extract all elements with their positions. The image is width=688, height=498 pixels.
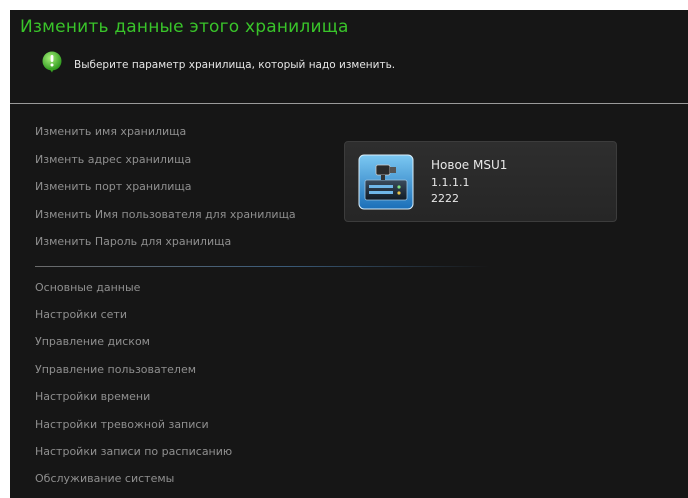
menu-item-time-settings[interactable]: Настройки времени <box>35 390 150 403</box>
menu-item-disk-management[interactable]: Управление диском <box>35 335 150 348</box>
menu-item-change-port[interactable]: Изменить порт хранилища <box>35 180 192 193</box>
hint-text: Выберите параметр хранилища, который над… <box>74 59 396 71</box>
edit-storage-panel: Изменить данные этого хранилища Выберите… <box>10 10 688 498</box>
menu-item-change-password[interactable]: Изменить Пароль для хранилища <box>35 235 231 248</box>
menu-item-schedule-recording[interactable]: Настройки записи по расписанию <box>35 445 232 458</box>
menu-item-user-management[interactable]: Управление пользователем <box>35 363 196 376</box>
menu-item-system-maintenance[interactable]: Обслуживание системы <box>35 472 174 485</box>
storage-server-icon <box>358 154 414 210</box>
menu-item-network-settings[interactable]: Настройки сети <box>35 308 127 321</box>
device-address: 1.1.1.1 <box>431 176 470 189</box>
device-port: 2222 <box>431 192 459 205</box>
menu-item-change-name[interactable]: Изменить имя хранилища <box>35 125 186 138</box>
menu-item-change-address[interactable]: Изменть адрес хранилища <box>35 153 191 166</box>
menu-item-basic-data[interactable]: Основные данные <box>35 281 140 294</box>
header-divider <box>10 103 688 104</box>
device-name: Новое MSU1 <box>431 158 508 172</box>
menu-item-change-username[interactable]: Изменить Имя пользователя для хранилища <box>35 208 296 221</box>
page-title: Изменить данные этого хранилища <box>20 17 349 37</box>
device-card[interactable]: Новое MSU1 1.1.1.1 2222 <box>344 141 617 222</box>
menu-item-alarm-recording[interactable]: Настройки тревожной записи <box>35 418 209 431</box>
menu-divider <box>35 266 490 267</box>
info-bubble-icon <box>42 51 62 73</box>
